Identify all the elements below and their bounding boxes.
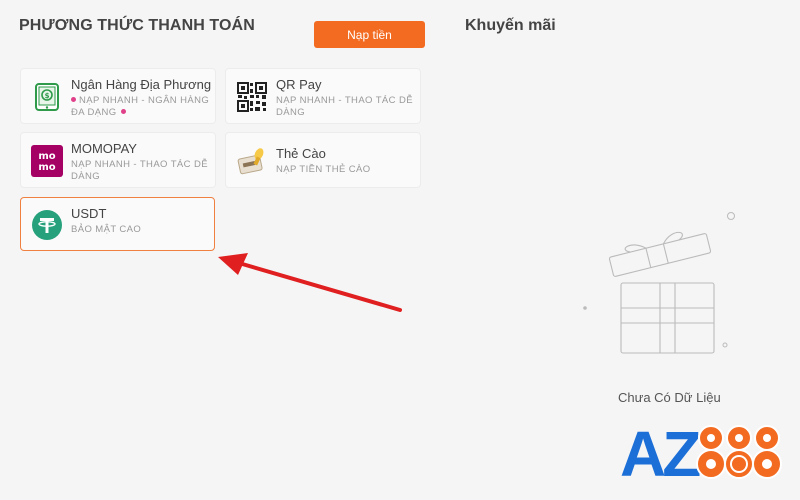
badge-dot-icon — [120, 109, 126, 115]
payment-methods-title: PHƯƠNG THỨC THANH TOÁN — [19, 17, 255, 34]
payment-method-usdt[interactable]: USDT BẢO MẬT CAO — [20, 197, 215, 251]
momo-logo-icon: mo mo — [31, 145, 63, 177]
az888-logo: AZ 888 — [620, 420, 782, 482]
tether-icon — [31, 209, 63, 241]
svg-text:$: $ — [45, 92, 50, 100]
svg-text:mo: mo — [38, 151, 55, 162]
payment-method-qr-pay[interactable]: QR Pay NẠP NHANH - THAO TÁC DỄ DÀNG — [225, 68, 421, 124]
promotions-title: Khuyến mãi — [465, 17, 556, 34]
svg-text:mo: mo — [38, 162, 55, 173]
method-description: NẠP NHANH - THAO TÁC DỄ DÀNG — [276, 95, 413, 118]
deposit-button[interactable]: Nạp tiền — [314, 21, 425, 48]
scratch-card-icon — [236, 145, 268, 177]
method-description: BẢO MẬT CAO — [71, 224, 142, 235]
empty-gift-icon — [583, 212, 735, 354]
empty-state-text: Chưa Có Dữ Liệu — [618, 390, 721, 405]
qr-code-icon — [236, 81, 268, 113]
method-name: Ngân Hàng Địa Phương — [71, 77, 212, 92]
payment-method-momopay[interactable]: mo mo MOMOPAY NẠP NHANH - THAO TÁC DỄ DÀ… — [20, 132, 216, 188]
method-name: QR Pay — [276, 77, 322, 92]
method-description: NẠP NHANH - THAO TÁC DỄ DÀNG — [71, 159, 208, 182]
svg-text:AZ: AZ — [620, 420, 700, 482]
method-description: NẠP TIỀN THẺ CÀO — [276, 164, 371, 175]
payment-method-scratch-card[interactable]: Thẻ Cào NẠP TIỀN THẺ CÀO — [225, 132, 421, 188]
annotation-arrow-icon — [218, 253, 402, 312]
method-description: NẠP NHANH - NGÂN HÀNG ĐA DẠNG — [71, 95, 210, 118]
method-name: USDT — [71, 206, 107, 221]
method-name: MOMOPAY — [71, 141, 137, 156]
method-name: Thẻ Cào — [276, 146, 326, 161]
bank-phone-icon: $ — [31, 81, 63, 113]
payment-method-local-bank[interactable]: $ Ngân Hàng Địa Phương NẠP NHANH - NGÂN … — [20, 68, 216, 124]
badge-dot-icon — [71, 97, 76, 103]
